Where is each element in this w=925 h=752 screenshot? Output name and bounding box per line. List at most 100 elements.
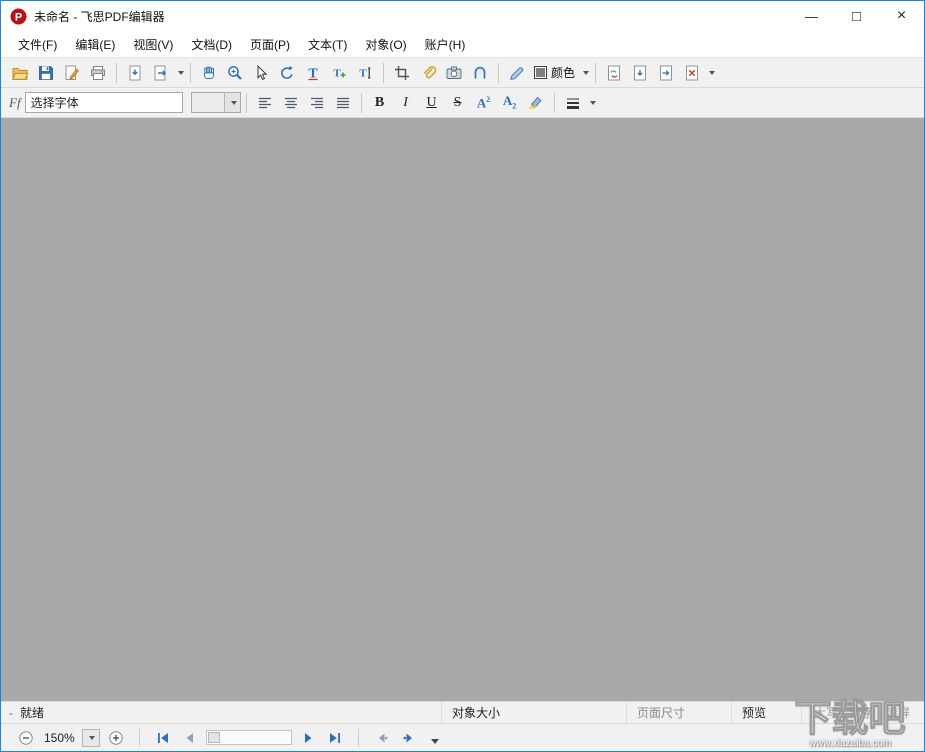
align-center-button[interactable]	[278, 90, 303, 115]
toolbar-separator	[246, 93, 247, 113]
next-view-icon	[401, 730, 417, 746]
font-size-dropdown-button[interactable]	[224, 93, 240, 112]
subscript-icon: A2	[503, 94, 516, 111]
align-right-button[interactable]	[304, 90, 329, 115]
menu-edit[interactable]: 编辑(E)	[66, 31, 124, 57]
crop-button[interactable]	[390, 60, 415, 85]
status-toggles: 大写 数字 滚屏	[801, 702, 924, 723]
menu-view[interactable]: 视图(V)	[124, 31, 182, 57]
chevron-down-icon	[590, 101, 596, 105]
toolbar-separator	[383, 63, 384, 83]
rotate-view-button[interactable]	[275, 60, 300, 85]
export-dropdown-button[interactable]	[174, 60, 185, 85]
edit-document-button[interactable]	[60, 60, 85, 85]
strikethrough-button[interactable]: S	[445, 90, 470, 115]
open-button[interactable]	[8, 60, 33, 85]
window-title: 未命名 - 飞思PDF编辑器	[34, 8, 165, 25]
color-button[interactable]: 颜色	[530, 60, 579, 85]
bold-label: B	[375, 95, 384, 111]
bottombar-separator	[139, 729, 140, 747]
page-slider[interactable]	[206, 730, 292, 745]
toolbar-overflow-button[interactable]	[431, 739, 439, 744]
subscript-button[interactable]: A2	[497, 90, 522, 115]
underline-button[interactable]: U	[419, 90, 444, 115]
chevron-down-icon	[178, 71, 184, 75]
export-document-icon	[152, 64, 170, 82]
align-justify-button[interactable]	[330, 90, 355, 115]
zoom-out-icon	[18, 730, 34, 746]
zoom-in-icon	[108, 730, 124, 746]
color-dropdown-button[interactable]	[579, 60, 590, 85]
edit-text-button[interactable]: T	[353, 60, 378, 85]
bold-button[interactable]: B	[367, 90, 392, 115]
menu-object[interactable]: 对象(O)	[356, 31, 415, 57]
superscript-button[interactable]: A2	[471, 90, 496, 115]
printer-icon	[89, 64, 107, 82]
page-delete-button[interactable]	[680, 60, 705, 85]
italic-button[interactable]: I	[393, 90, 418, 115]
maximize-button[interactable]: □	[834, 1, 879, 31]
import-document-button[interactable]	[123, 60, 148, 85]
next-page-button[interactable]	[297, 727, 319, 749]
menubar: 文件(F) 编辑(E) 视图(V) 文档(D) 页面(P) 文本(T) 对象(O…	[1, 31, 924, 58]
align-right-icon	[308, 94, 326, 112]
align-left-button[interactable]	[252, 90, 277, 115]
save-button[interactable]	[34, 60, 59, 85]
add-text-button[interactable]: T	[327, 60, 352, 85]
page-extract-icon	[657, 64, 675, 82]
zoom-level-label: 150%	[44, 731, 75, 745]
chevron-down-icon	[583, 71, 589, 75]
page-replace-button[interactable]	[602, 60, 627, 85]
page-extract-button[interactable]	[654, 60, 679, 85]
last-page-button[interactable]	[324, 727, 346, 749]
bottombar-separator	[358, 729, 359, 747]
line-style-dropdown-button[interactable]	[586, 90, 597, 115]
caps-lock-indicator: 大写	[814, 704, 838, 721]
hand-tool-button[interactable]	[197, 60, 222, 85]
page-tools-dropdown-button[interactable]	[705, 60, 716, 85]
font-select[interactable]: 选择字体	[25, 92, 183, 113]
svg-text:P: P	[15, 11, 22, 23]
last-page-icon	[327, 730, 343, 746]
highlighter-icon	[527, 94, 545, 112]
previous-view-button[interactable]	[371, 727, 393, 749]
text-tool-button[interactable]: T	[301, 60, 326, 85]
menu-page[interactable]: 页面(P)	[241, 31, 299, 57]
page-insert-button[interactable]	[628, 60, 653, 85]
page-slider-thumb[interactable]	[208, 732, 220, 743]
next-view-button[interactable]	[398, 727, 420, 749]
menu-file[interactable]: 文件(F)	[9, 31, 66, 57]
export-document-button[interactable]	[149, 60, 174, 85]
menu-text[interactable]: 文本(T)	[299, 31, 356, 57]
page-replace-icon	[605, 64, 623, 82]
zoom-out-button[interactable]	[15, 727, 37, 749]
statusbar: - 就绪 对象大小 页面尺寸 预览 大写 数字 滚屏	[1, 701, 924, 723]
zoom-in-button[interactable]	[105, 727, 127, 749]
previous-page-icon	[182, 730, 198, 746]
snapshot-button[interactable]	[442, 60, 467, 85]
attach-file-button[interactable]	[416, 60, 441, 85]
text-icon: T	[304, 64, 322, 82]
document-canvas[interactable]	[1, 118, 924, 701]
zoom-tool-button[interactable]	[223, 60, 248, 85]
minimize-button[interactable]: —	[789, 1, 834, 31]
line-style-button[interactable]	[560, 90, 585, 115]
align-center-icon	[282, 94, 300, 112]
menu-account[interactable]: 账户(H)	[416, 31, 475, 57]
previous-view-icon	[374, 730, 390, 746]
status-preview[interactable]: 预览	[731, 702, 801, 723]
link-button[interactable]	[468, 60, 493, 85]
first-page-icon	[155, 730, 171, 746]
previous-page-button[interactable]	[179, 727, 201, 749]
zoom-level-dropdown[interactable]	[82, 729, 100, 747]
font-size-select[interactable]	[191, 92, 241, 113]
print-button[interactable]	[86, 60, 111, 85]
first-page-button[interactable]	[152, 727, 174, 749]
select-tool-button[interactable]	[249, 60, 274, 85]
close-button[interactable]: ×	[879, 1, 924, 31]
highlight-button[interactable]	[523, 90, 548, 115]
menu-document[interactable]: 文档(D)	[182, 31, 241, 57]
toolbar-separator	[361, 93, 362, 113]
app-logo-icon: P	[10, 8, 27, 25]
eyedropper-button[interactable]	[505, 60, 530, 85]
